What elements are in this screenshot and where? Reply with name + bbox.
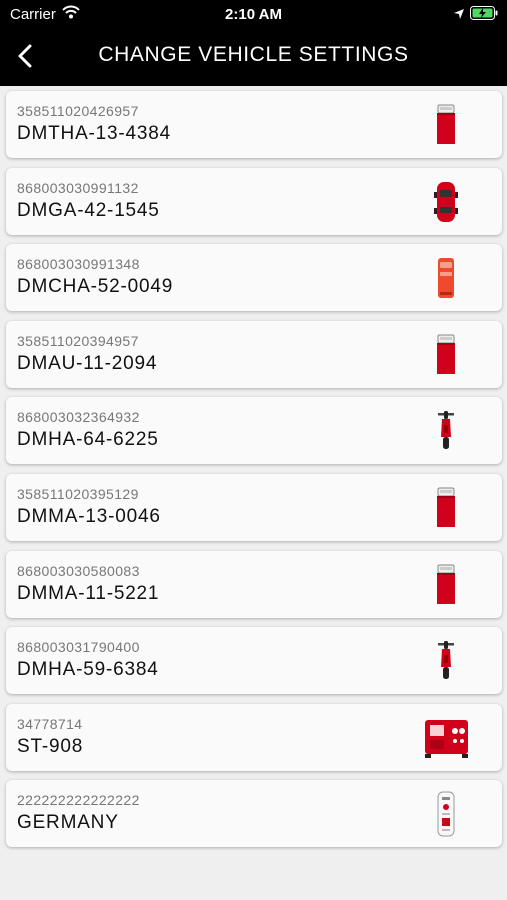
- truck-icon: [416, 482, 476, 534]
- vehicle-list-item[interactable]: 358511020394957 DMAU-11-2094: [6, 320, 502, 388]
- vehicle-name: DMAU-11-2094: [17, 352, 158, 374]
- truck-icon: [416, 329, 476, 381]
- vehicle-name: DMHA-64-6225: [17, 429, 159, 451]
- vehicle-list-item[interactable]: 868003032364932 DMHA-64-6225: [6, 397, 502, 465]
- vehicle-imei: 868003030991132: [17, 179, 139, 196]
- car-icon: [416, 176, 476, 228]
- vehicle-name: DMHA-59-6384: [17, 659, 159, 681]
- vehicle-name: GERMANY: [17, 812, 119, 834]
- vehicle-name: DMCHA-52-0049: [17, 276, 174, 298]
- vehicle-list-item[interactable]: 868003031790400 DMHA-59-6384: [6, 627, 502, 695]
- navigation-bar: CHANGE VEHICLE SETTINGS: [0, 28, 507, 86]
- location-arrow-icon: [453, 7, 465, 25]
- vehicle-list: 358511020426957 DMTHA-13-4384 868003030991…: [6, 91, 502, 857]
- vehicle-imei: 868003031790400: [17, 639, 140, 656]
- vehicle-list-item[interactable]: 868003030991348 DMCHA-52-0049: [6, 244, 502, 312]
- vehicle-name: ST-908: [17, 735, 84, 757]
- vehicle-list-item[interactable]: 222222222222222 GERMANY: [6, 780, 502, 848]
- tracker-device-icon: [416, 788, 476, 840]
- vehicle-list-item[interactable]: 358511020426957 DMTHA-13-4384: [6, 91, 502, 158]
- status-bar: Carrier 2:10 AM: [0, 0, 507, 28]
- vehicle-list-item[interactable]: 868003030991132 DMGA-42-1545: [6, 167, 502, 235]
- battery-icon: [470, 6, 498, 25]
- vehicle-list-item[interactable]: 868003030580083 DMMA-11-5221: [6, 550, 502, 618]
- vehicle-imei: 358511020426957: [17, 103, 139, 119]
- vehicle-imei: 868003030580083: [17, 562, 140, 579]
- truck-icon: [416, 559, 476, 611]
- vehicle-imei: 868003032364932: [17, 409, 140, 426]
- status-time: 2:10 AM: [225, 6, 282, 23]
- vehicle-imei: 34778714: [17, 715, 83, 732]
- vehicle-imei: 358511020394957: [17, 332, 139, 349]
- vehicle-list-item[interactable]: 34778714 ST-908: [6, 703, 502, 771]
- truck-icon: [416, 99, 476, 151]
- vehicle-name: DMMA-11-5221: [17, 582, 160, 604]
- van-icon: [416, 252, 476, 304]
- vehicle-imei: 222222222222222: [17, 792, 140, 809]
- page-title: CHANGE VEHICLE SETTINGS: [98, 43, 409, 66]
- vehicle-name: DMTHA-13-4384: [17, 123, 172, 144]
- motorcycle-icon: [416, 635, 476, 687]
- vehicle-name: DMGA-42-1545: [17, 199, 160, 221]
- generator-icon: [416, 712, 476, 764]
- vehicle-imei: 868003030991348: [17, 256, 140, 273]
- vehicle-name: DMMA-13-0046: [17, 505, 161, 527]
- vehicle-list-item[interactable]: 358511020395129 DMMA-13-0046: [6, 473, 502, 541]
- vehicle-imei: 358511020395129: [17, 485, 139, 502]
- motorcycle-icon: [416, 405, 476, 457]
